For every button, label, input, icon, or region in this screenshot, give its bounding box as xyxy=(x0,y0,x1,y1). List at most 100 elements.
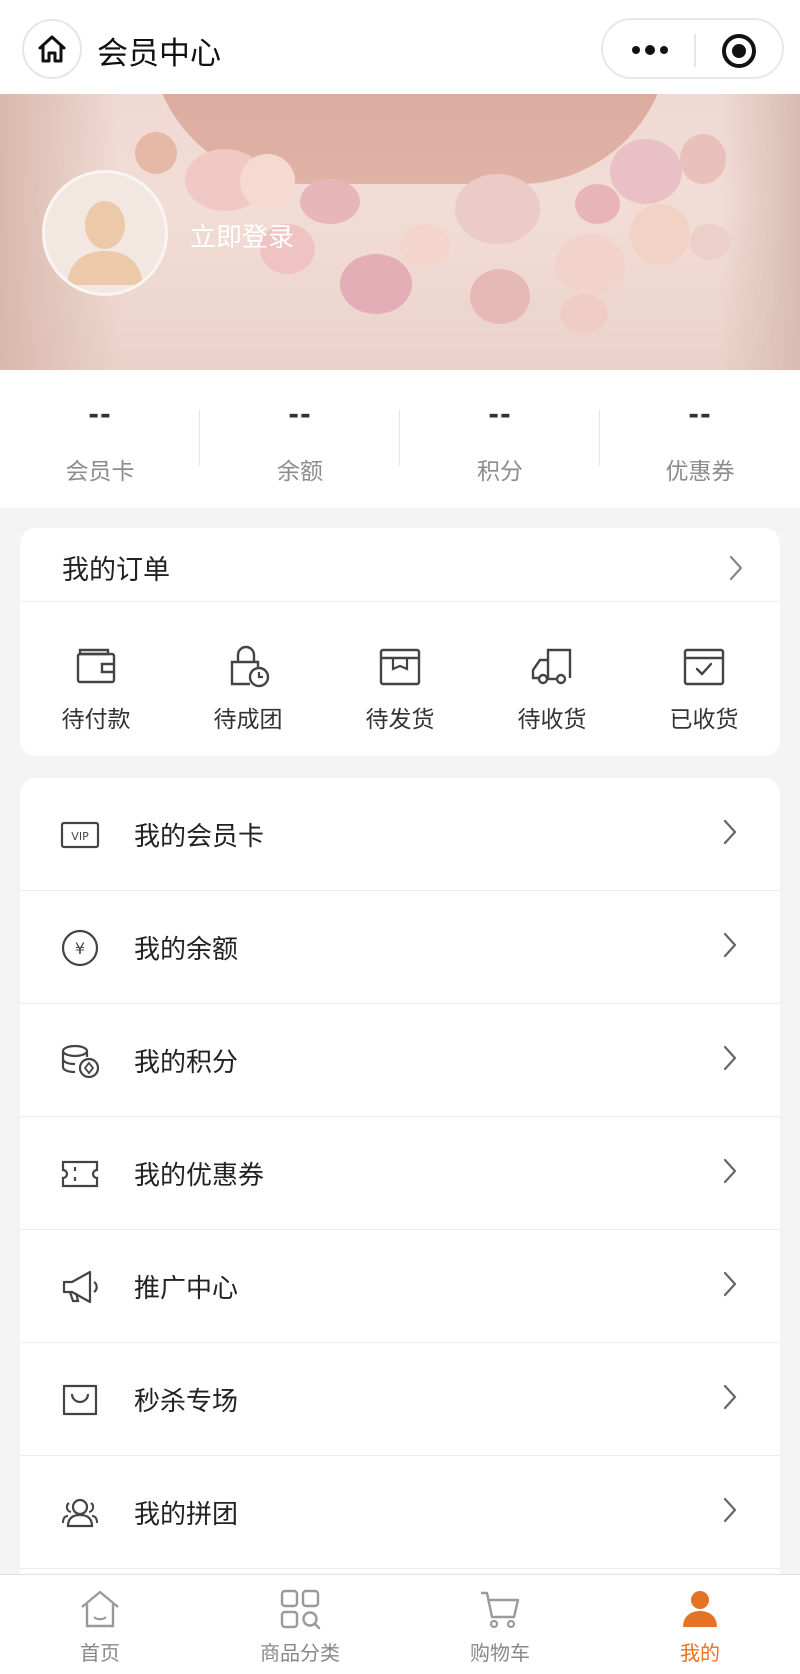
menu-item-label: 我的余额 xyxy=(134,935,239,965)
tab-category[interactable]: 商品分类 xyxy=(200,1575,400,1674)
menu-item-member-card[interactable]: VIP 我的会员卡 xyxy=(20,778,780,891)
capsule-divider xyxy=(694,34,696,67)
tab-cart[interactable]: 购物车 xyxy=(400,1575,600,1674)
stat-points[interactable]: -- 积分 xyxy=(400,370,600,508)
miniprogram-capsule xyxy=(601,18,784,79)
menu-item-flash-sale[interactable]: 秒杀专场 xyxy=(20,1343,780,1456)
order-status-row: 待付款 待成团 待发货 待收货 已收货 xyxy=(20,602,780,756)
member-menu-list: VIP 我的会员卡 ¥ 我的余额 我的积分 我的优惠券 推广中心 秒杀专场 我的… xyxy=(20,778,780,1578)
lock-clock-icon xyxy=(230,645,270,688)
close-miniprogram-button[interactable] xyxy=(720,32,758,70)
banner-flower xyxy=(575,184,620,224)
box-icon xyxy=(379,648,421,686)
tab-mine[interactable]: 我的 xyxy=(600,1575,800,1674)
menu-item-balance[interactable]: ¥ 我的余额 xyxy=(20,891,780,1004)
home-icon xyxy=(38,35,66,63)
menu-item-promotion-center[interactable]: 推广中心 xyxy=(20,1230,780,1343)
banner-flower xyxy=(680,134,726,184)
tab-label: 首页 xyxy=(80,1641,120,1665)
box-check-icon xyxy=(683,648,725,686)
user-icon xyxy=(683,1591,717,1627)
chevron-right-icon xyxy=(723,932,737,958)
home-icon xyxy=(81,1590,119,1628)
order-status-label: 待发货 xyxy=(365,707,435,733)
chevron-right-icon xyxy=(729,555,743,581)
svg-text:¥: ¥ xyxy=(75,939,85,958)
chevron-right-icon xyxy=(723,1497,737,1523)
vip-icon: VIP xyxy=(60,821,100,849)
bag-icon xyxy=(62,1384,98,1416)
cart-icon xyxy=(481,1591,520,1629)
ticket-icon xyxy=(61,1160,99,1188)
banner-flower xyxy=(340,254,412,314)
menu-item-label: 推广中心 xyxy=(134,1274,239,1304)
banner-flower xyxy=(610,139,682,204)
order-pending-receipt[interactable]: 待收货 xyxy=(476,602,628,756)
bottom-tab-bar: 首页 商品分类 购物车 我的 xyxy=(0,1574,800,1674)
banner-flower xyxy=(560,294,608,334)
order-pending-group[interactable]: 待成团 xyxy=(172,602,324,756)
banner-flower xyxy=(630,204,690,264)
stat-label: 积分 xyxy=(477,459,523,485)
page-title: 会员中心 xyxy=(97,36,221,72)
banner-flower xyxy=(240,154,295,209)
menu-item-label: 我的会员卡 xyxy=(134,822,265,852)
login-link[interactable]: 立即登录 xyxy=(190,217,294,254)
banner-flower xyxy=(300,179,360,224)
my-orders-card: 我的订单 待付款 待成团 待发货 待收货 已收货 xyxy=(20,528,780,756)
chevron-right-icon xyxy=(723,819,737,845)
tab-home[interactable]: 首页 xyxy=(0,1575,200,1674)
order-status-label: 已收货 xyxy=(669,707,739,733)
order-pending-payment[interactable]: 待付款 xyxy=(20,602,172,756)
banner-flower xyxy=(555,234,625,296)
yen-icon: ¥ xyxy=(61,929,99,967)
stat-coupons[interactable]: -- 优惠券 xyxy=(600,370,800,508)
order-status-label: 待成团 xyxy=(213,707,283,733)
home-button[interactable] xyxy=(22,19,82,79)
group-icon xyxy=(62,1498,98,1528)
chevron-right-icon xyxy=(723,1158,737,1184)
avatar[interactable] xyxy=(42,170,168,296)
menu-item-label: 我的拼团 xyxy=(134,1500,239,1530)
chevron-right-icon xyxy=(723,1045,737,1071)
banner-flower xyxy=(690,224,730,260)
order-received[interactable]: 已收货 xyxy=(628,602,780,756)
coins-icon xyxy=(61,1044,100,1079)
order-status-label: 待收货 xyxy=(517,707,587,733)
order-status-label: 待付款 xyxy=(61,707,131,733)
stat-member-card[interactable]: -- 会员卡 xyxy=(0,370,200,508)
stat-value: -- xyxy=(488,400,512,430)
stat-balance[interactable]: -- 余额 xyxy=(200,370,400,508)
chevron-right-icon xyxy=(723,1271,737,1297)
order-pending-shipment[interactable]: 待发货 xyxy=(324,602,476,756)
banner-flower xyxy=(400,224,450,266)
default-avatar-icon xyxy=(67,201,143,285)
stat-label: 会员卡 xyxy=(65,459,135,485)
category-icon xyxy=(280,1589,321,1630)
menu-item-coupons[interactable]: 我的优惠券 xyxy=(20,1117,780,1230)
megaphone-icon xyxy=(62,1270,98,1304)
chevron-right-icon xyxy=(723,1384,737,1410)
more-dots-icon xyxy=(632,45,668,55)
menu-item-label: 我的优惠券 xyxy=(134,1161,265,1191)
menu-item-points[interactable]: 我的积分 xyxy=(20,1004,780,1117)
stat-value: -- xyxy=(688,400,712,430)
my-orders-header[interactable]: 我的订单 xyxy=(20,528,780,602)
stat-value: -- xyxy=(288,400,312,430)
banner-flower xyxy=(455,174,540,244)
banner-flower xyxy=(135,132,177,174)
menu-item-label: 我的积分 xyxy=(134,1048,239,1078)
my-orders-title: 我的订单 xyxy=(62,555,170,586)
truck-icon xyxy=(531,648,572,685)
menu-item-group-buy[interactable]: 我的拼团 xyxy=(20,1456,780,1569)
wallet-icon xyxy=(76,648,116,684)
top-bar: 会员中心 xyxy=(0,0,800,94)
tab-label: 商品分类 xyxy=(260,1641,340,1665)
tab-label: 购物车 xyxy=(470,1641,530,1665)
stat-label: 优惠券 xyxy=(665,459,735,485)
more-button[interactable] xyxy=(625,35,675,65)
banner-shade-right xyxy=(720,94,800,370)
stat-label: 余额 xyxy=(277,459,323,485)
stat-value: -- xyxy=(88,400,112,430)
tab-label: 我的 xyxy=(680,1641,720,1665)
